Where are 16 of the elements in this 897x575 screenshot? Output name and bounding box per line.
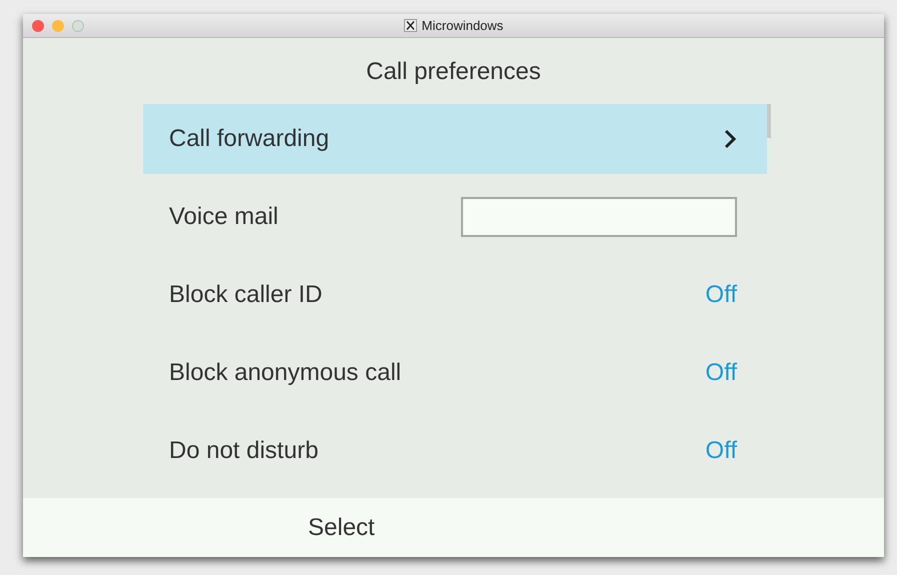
zoom-icon[interactable]: [72, 20, 84, 32]
chevron-right-icon: [723, 128, 737, 150]
setting-value: Off: [705, 281, 737, 309]
list-item[interactable]: Block anonymous call Off: [143, 338, 767, 408]
list-item[interactable]: Block caller ID Off: [143, 260, 767, 330]
x-logo-icon: [404, 19, 417, 32]
setting-value: Off: [705, 359, 737, 387]
screen-title: Call preferences: [366, 58, 541, 86]
list-item[interactable]: Do not disturb Off: [143, 416, 767, 486]
close-icon[interactable]: [32, 20, 44, 32]
minimize-icon[interactable]: [52, 20, 64, 32]
window-title: Microwindows: [422, 18, 504, 33]
list-item[interactable]: Voice mail: [143, 182, 767, 252]
voice-mail-field[interactable]: [461, 197, 737, 237]
setting-value: Off: [705, 437, 737, 465]
softkey[interactable]: Select: [308, 514, 375, 542]
